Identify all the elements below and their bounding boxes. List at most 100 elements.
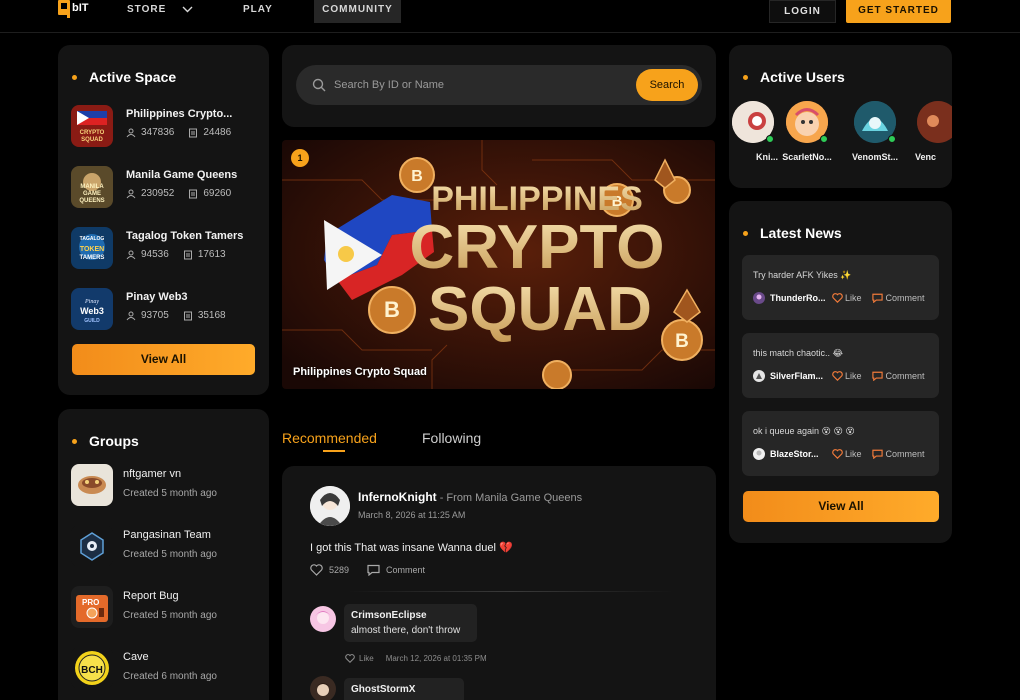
group-item-pangasinan-team[interactable]: Pangasinan Team Created 5 month ago [71,525,261,567]
svg-text:B: B [675,331,689,352]
comment-icon [871,371,883,381]
members-icon [126,189,136,198]
space-stats: 347836 24486 [126,127,231,138]
online-status-dot [820,135,828,143]
active-user[interactable]: Venc [909,101,952,162]
space-posts-count: 35168 [197,310,226,321]
group-name: Cave [123,651,149,663]
svg-text:QUEENS: QUEENS [79,198,104,204]
search-input[interactable] [334,65,624,105]
news-author[interactable]: ThunderRo... [770,293,827,303]
news-card[interactable]: ok i queue again 😵 😵 😵 BlazeStor... Like… [742,411,939,476]
svg-text:bIT: bIT [72,2,89,14]
comment-like-button[interactable]: Like [359,654,374,663]
news-like-button[interactable]: Like [845,293,862,303]
search-bar: Search [296,65,702,105]
comment-author[interactable]: GhostStormX [351,684,457,695]
user-avatar-icon [753,292,765,304]
feed-post: InfernoKnight - From Manila Game Queens … [282,466,716,700]
space-item-manila-game-queens[interactable]: MANILA GAME QUEENS Manila Game Queens 2309… [71,166,261,208]
latest-news-view-all-button[interactable]: View All [743,491,939,522]
news-comment-button[interactable]: Comment [886,293,925,303]
active-space-view-all-button[interactable]: View All [72,344,255,375]
latest-news-title: Latest News [743,225,842,241]
space-thumbnail: CRYPTO SQUAD [71,105,113,147]
search-button[interactable]: Search [636,69,698,101]
user-name: Venc [915,152,937,162]
space-stats: 94536 17613 [126,249,226,260]
commenter-avatar[interactable] [310,606,336,632]
post-source-space[interactable]: - From Manila Game Queens [437,492,582,504]
news-comment-button[interactable]: Comment [886,371,925,381]
nav-play[interactable]: PLAY [243,0,273,23]
user-avatar [854,101,896,143]
posts-icon [189,189,198,198]
space-thumbnail: MANILA GAME QUEENS [71,166,113,208]
user-avatar [917,101,952,143]
post-text: I got this That was insane Wanna duel 💔 [310,542,513,554]
post-author-avatar[interactable] [310,486,350,526]
group-avatar: PRO [71,586,113,628]
space-posts-count: 17613 [197,249,226,260]
post-divider [348,591,674,592]
post-author-name[interactable]: InfernoKnight [358,490,437,504]
heart-icon[interactable] [345,654,355,663]
news-meta: ThunderRo... Like Comment [753,292,925,304]
active-tab-indicator [323,450,345,452]
active-users-panel: Active Users Kni... ScarletNo... VenomSt… [729,45,952,188]
post-comment-button[interactable]: Comment [386,565,425,575]
news-meta: SilverFlam... Like Comment [753,370,925,382]
nav-community[interactable]: COMMUNITY [314,0,401,23]
group-name: nftgamer vn [123,468,182,480]
svg-text:GAME: GAME [83,191,101,197]
active-user[interactable]: Kni... [729,101,782,162]
active-user[interactable]: ScarletNo... [778,101,836,162]
title-dot-icon [743,230,748,236]
news-author[interactable]: BlazeStor... [770,449,827,459]
news-comment-button[interactable]: Comment [886,449,925,459]
heart-icon[interactable] [310,564,323,576]
space-posts-count: 69260 [203,188,232,199]
svg-text:TOKEN: TOKEN [80,246,104,253]
news-card[interactable]: this match chaotic.. 😂 SilverFlam... Lik… [742,333,939,398]
group-item-nftgamer-vn[interactable]: nftgamer vn Created 5 month ago [71,464,261,506]
commenter-avatar[interactable] [310,676,336,700]
nav-store[interactable]: STORE [127,0,193,23]
top-navbar: bIT STORE PLAY COMMUNITY LOGIN GET START… [0,0,1020,33]
comment-bubble: CrimsonEclipse almost there, don't throw [344,604,477,642]
login-button[interactable]: LOGIN [769,0,836,23]
comment-bubble: GhostStormX [344,678,464,700]
svg-text:TAMERS: TAMERS [80,255,105,261]
space-members-count: 93705 [141,310,169,321]
banner-title-line2: CRYPTO [410,213,665,282]
space-item-pinay-web3[interactable]: Pinay Web3 GUILD Pinay Web3 93705 35168 [71,288,261,330]
space-item-philippines-crypto[interactable]: CRYPTO SQUAD Philippines Crypto... 347836… [71,105,261,147]
tab-following[interactable]: Following [422,430,481,446]
news-author[interactable]: SilverFlam... [770,371,827,381]
active-users-title: Active Users [743,69,845,85]
active-user[interactable]: VenomSt... [846,101,904,162]
get-started-button[interactable]: GET STARTED [846,0,951,23]
search-panel: Search [282,45,716,127]
featured-banner[interactable]: B B B B PHILIPPINES CRYPTO SQUAD 1 Phili… [282,140,715,389]
space-thumbnail: Pinay Web3 GUILD [71,288,113,330]
news-like-button[interactable]: Like [845,371,862,381]
space-stats: 93705 35168 [126,310,226,321]
svg-text:Web3: Web3 [80,306,104,316]
news-text: ok i queue again 😵 😵 😵 [753,426,855,436]
space-item-tagalog-token-tamers[interactable]: TAGALOG TOKEN TAMERS Tagalog Token Tamers … [71,227,261,269]
user-avatar-icon [753,448,765,460]
comment-author[interactable]: CrimsonEclipse [351,610,470,621]
post-actions: 5289 Comment [310,564,425,576]
comment-icon [871,449,883,459]
news-card[interactable]: Try harder AFK Yikes ✨ ThunderRo... Like… [742,255,939,320]
news-like-button[interactable]: Like [845,449,862,459]
tab-recommended[interactable]: Recommended [282,430,377,446]
comment-icon[interactable] [367,564,380,576]
group-item-report-bug[interactable]: PRO Report Bug Created 5 month ago [71,586,261,628]
space-name: Pinay Web3 [126,291,188,303]
comment-icon [871,293,883,303]
group-item-cave[interactable]: BCH Cave Created 6 month ago [71,647,261,689]
group-name: Report Bug [123,590,179,602]
qbit-logo[interactable]: bIT [58,0,96,19]
